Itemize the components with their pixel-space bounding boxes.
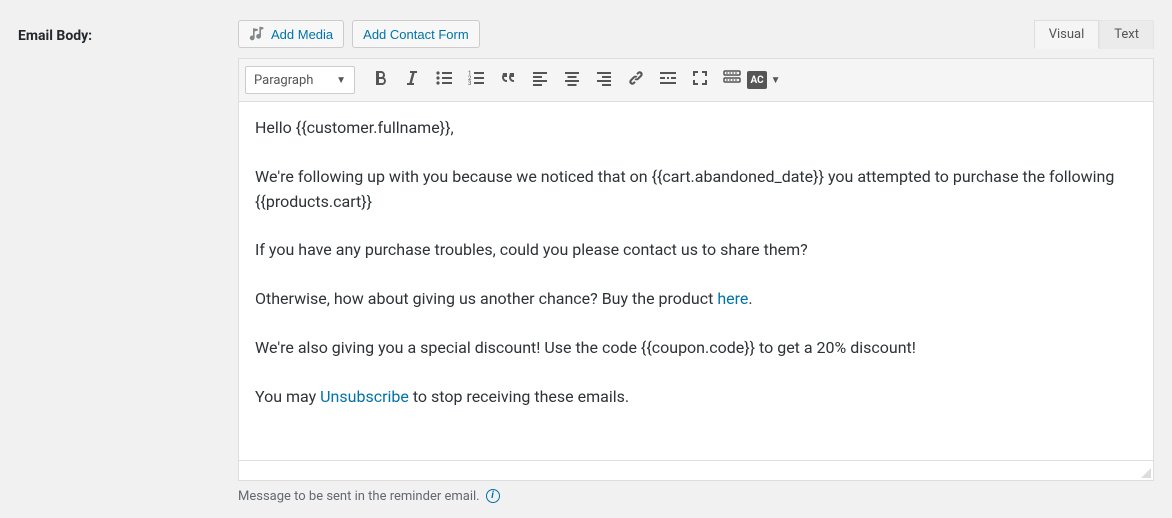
align-right-button[interactable]	[589, 65, 619, 95]
insert-more-button[interactable]	[653, 65, 683, 95]
link-icon	[626, 68, 646, 92]
editor-toolbar: Paragraph ▼ 123	[239, 59, 1153, 102]
caret-down-icon: ▼	[771, 75, 781, 86]
tab-visual[interactable]: Visual	[1034, 20, 1100, 49]
bulleted-list-button[interactable]	[429, 65, 459, 95]
content-paragraph: If you have any purchase troubles, could…	[255, 238, 1137, 263]
format-select[interactable]: Paragraph ▼	[245, 66, 355, 94]
editor-area: Add Media Add Contact Form Visual Text P…	[238, 20, 1154, 504]
read-more-icon	[658, 68, 678, 92]
align-center-button[interactable]	[557, 65, 587, 95]
field-label: Email Body:	[18, 20, 238, 504]
blockquote-button[interactable]	[493, 65, 523, 95]
content-text: .	[748, 289, 752, 308]
content-text: You may	[255, 387, 320, 406]
align-left-button[interactable]	[525, 65, 555, 95]
format-select-label: Paragraph	[254, 73, 313, 88]
content-paragraph: We're following up with you because we n…	[255, 165, 1137, 215]
italic-button[interactable]	[397, 65, 427, 95]
fullscreen-icon	[690, 68, 710, 92]
editor-header-row: Add Media Add Contact Form Visual Text	[238, 20, 1154, 48]
media-buttons: Add Media Add Contact Form	[238, 20, 480, 48]
align-right-icon	[594, 68, 614, 92]
ac-badge-icon: AC	[747, 71, 766, 89]
editor-content[interactable]: Hello {{customer.fullname}}, We're follo…	[239, 102, 1153, 460]
insert-link-button[interactable]	[621, 65, 651, 95]
bold-button[interactable]	[365, 65, 395, 95]
field-description: Message to be sent in the reminder email…	[238, 489, 480, 504]
italic-icon	[402, 68, 422, 92]
editor-tabs: Visual Text	[1034, 20, 1154, 49]
numbered-list-button[interactable]: 123	[461, 65, 491, 95]
list-ol-icon: 123	[466, 68, 486, 92]
ac-dropdown-button[interactable]: AC ▼	[749, 65, 779, 95]
resize-handle[interactable]	[1139, 466, 1151, 478]
content-paragraph: You may Unsubscribe to stop receiving th…	[255, 385, 1137, 410]
add-contact-form-button[interactable]: Add Contact Form	[352, 20, 480, 48]
content-paragraph: Hello {{customer.fullname}},	[255, 116, 1137, 141]
add-media-label: Add Media	[271, 27, 333, 42]
content-paragraph: Otherwise, how about giving us another c…	[255, 287, 1137, 312]
add-contact-form-label: Add Contact Form	[363, 27, 469, 42]
editor-status-bar	[238, 461, 1154, 481]
list-ul-icon	[434, 68, 454, 92]
add-media-button[interactable]: Add Media	[238, 20, 344, 48]
svg-text:3: 3	[468, 80, 471, 87]
kitchen-sink-icon	[722, 68, 742, 92]
align-left-icon	[530, 68, 550, 92]
buy-here-link[interactable]: here	[717, 289, 748, 308]
editor-wrap: Paragraph ▼ 123	[238, 58, 1154, 461]
unsubscribe-link[interactable]: Unsubscribe	[320, 387, 409, 406]
toolbar-toggle-button[interactable]	[717, 65, 747, 95]
caret-down-icon: ▼	[336, 75, 346, 86]
content-text: to stop receiving these emails.	[409, 387, 629, 406]
tab-text[interactable]: Text	[1099, 20, 1154, 49]
bold-icon	[370, 68, 390, 92]
quote-icon	[498, 68, 518, 92]
content-paragraph: We're also giving you a special discount…	[255, 336, 1137, 361]
fullscreen-button[interactable]	[685, 65, 715, 95]
align-center-icon	[562, 68, 582, 92]
email-body-field: Email Body: Add Media Add Contact Form V…	[0, 0, 1172, 518]
music-notes-icon	[249, 25, 265, 44]
field-description-row: Message to be sent in the reminder email…	[238, 489, 1154, 504]
content-text: Otherwise, how about giving us another c…	[255, 289, 717, 308]
